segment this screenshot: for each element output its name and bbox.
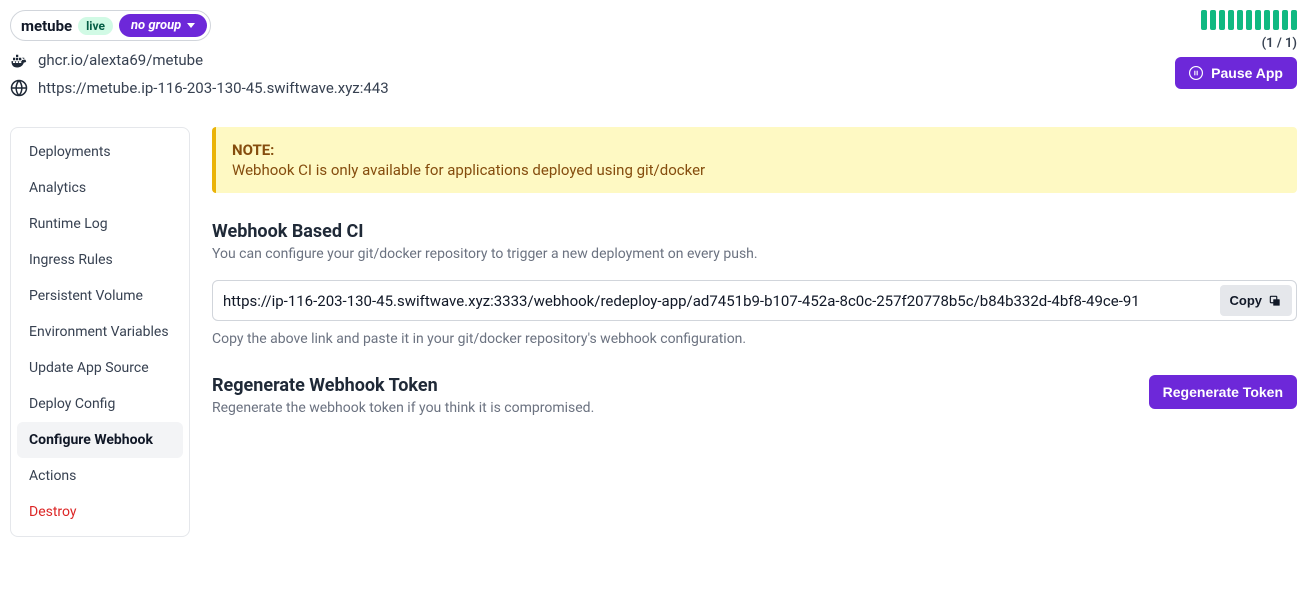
app-pill: metube live no group	[10, 10, 211, 41]
header-right: (1 / 1) Pause App	[1175, 10, 1297, 89]
replica-indicator	[1201, 10, 1297, 30]
replica-bar	[1237, 10, 1243, 30]
app-name: metube	[21, 17, 72, 35]
replica-bar	[1246, 10, 1252, 30]
group-selector[interactable]: no group	[119, 14, 207, 37]
replica-bar	[1228, 10, 1234, 30]
sidebar: Deployments Analytics Runtime Log Ingres…	[10, 127, 190, 537]
sidebar-item-persistent-volume[interactable]: Persistent Volume	[17, 278, 183, 314]
app-url[interactable]: https://metube.ip-116-203-130-45.swiftwa…	[38, 79, 389, 97]
replica-bar	[1210, 10, 1216, 30]
pause-label: Pause App	[1211, 65, 1283, 81]
sidebar-item-actions[interactable]: Actions	[17, 458, 183, 494]
sidebar-item-analytics[interactable]: Analytics	[17, 170, 183, 206]
replica-bar	[1264, 10, 1270, 30]
pause-app-button[interactable]: Pause App	[1175, 57, 1297, 89]
header-left: metube live no group ghcr.io/alexta69/me…	[10, 10, 389, 97]
regen-row: Regenerate Webhook Token Regenerate the …	[212, 375, 1297, 416]
content: Deployments Analytics Runtime Log Ingres…	[10, 127, 1297, 537]
replica-bar	[1255, 10, 1261, 30]
replica-count: (1 / 1)	[1262, 36, 1297, 51]
sidebar-item-env-vars[interactable]: Environment Variables	[17, 314, 183, 350]
replica-bar	[1201, 10, 1207, 30]
note-body: Webhook CI is only available for applica…	[232, 161, 1281, 179]
webhook-hint: Copy the above link and paste it in your…	[212, 331, 1297, 347]
replica-bar	[1282, 10, 1288, 30]
sidebar-item-deploy-config[interactable]: Deploy Config	[17, 386, 183, 422]
regenerate-token-button[interactable]: Regenerate Token	[1149, 375, 1297, 409]
replica-bar	[1273, 10, 1279, 30]
copy-label: Copy	[1230, 293, 1263, 308]
webhook-url[interactable]: https://ip-116-203-130-45.swiftwave.xyz:…	[223, 292, 1212, 310]
replica-bar	[1219, 10, 1225, 30]
status-badge-live: live	[78, 17, 113, 35]
sidebar-item-configure-webhook[interactable]: Configure Webhook	[17, 422, 183, 458]
sidebar-item-destroy[interactable]: Destroy	[17, 494, 183, 530]
sidebar-item-update-source[interactable]: Update App Source	[17, 350, 183, 386]
app-header: metube live no group ghcr.io/alexta69/me…	[10, 10, 1297, 97]
note-box: NOTE: Webhook CI is only available for a…	[212, 127, 1297, 193]
image-line: ghcr.io/alexta69/metube	[10, 51, 389, 69]
webhook-sub: You can configure your git/docker reposi…	[212, 246, 1297, 262]
regen-sub: Regenerate the webhook token if you thin…	[212, 400, 594, 416]
replica-bar	[1291, 10, 1297, 30]
regen-title: Regenerate Webhook Token	[212, 375, 594, 396]
copy-button[interactable]: Copy	[1220, 285, 1293, 316]
main-panel: NOTE: Webhook CI is only available for a…	[212, 127, 1297, 537]
docker-icon	[10, 51, 28, 69]
sidebar-item-runtime-log[interactable]: Runtime Log	[17, 206, 183, 242]
group-label: no group	[131, 18, 181, 33]
sidebar-item-deployments[interactable]: Deployments	[17, 134, 183, 170]
webhook-url-box: https://ip-116-203-130-45.swiftwave.xyz:…	[212, 280, 1297, 321]
sidebar-item-ingress-rules[interactable]: Ingress Rules	[17, 242, 183, 278]
copy-icon	[1268, 294, 1282, 308]
image-text: ghcr.io/alexta69/metube	[38, 51, 203, 69]
url-line: https://metube.ip-116-203-130-45.swiftwa…	[10, 79, 389, 97]
regen-text: Regenerate Webhook Token Regenerate the …	[212, 375, 594, 416]
chevron-down-icon	[187, 23, 195, 28]
globe-icon	[10, 79, 28, 97]
pause-icon	[1189, 66, 1203, 80]
note-title: NOTE:	[232, 141, 1281, 159]
webhook-title: Webhook Based CI	[212, 221, 1297, 242]
